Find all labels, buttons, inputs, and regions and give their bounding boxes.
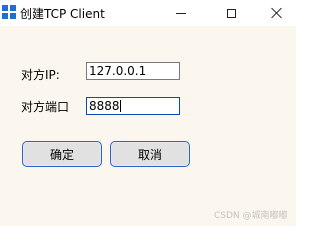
ip-input-value: 127.0.0.1 (89, 64, 147, 78)
port-input[interactable]: 8888 (86, 97, 180, 115)
ip-label: 对方IP: (21, 68, 60, 82)
close-button[interactable] (254, 0, 300, 26)
close-icon (271, 7, 283, 19)
ip-input[interactable]: 127.0.0.1 (86, 62, 180, 80)
port-label: 对方端口 (21, 100, 70, 114)
minimize-button[interactable] (158, 0, 204, 26)
tcp-client-dialog: 创建TCP Client 对方IP: 127.0.0.1 对方端口 8888 确… (0, 0, 296, 226)
maximize-button[interactable] (208, 0, 254, 26)
window-title: 创建TCP Client (20, 7, 105, 21)
title-bar[interactable]: 创建TCP Client (0, 0, 296, 26)
ok-button[interactable]: 确定 (22, 141, 102, 167)
port-input-value: 8888 (89, 99, 120, 113)
cancel-button[interactable]: 取消 (110, 141, 190, 167)
maximize-icon (226, 8, 236, 18)
app-icon (2, 5, 16, 19)
minimize-icon (176, 12, 186, 14)
text-caret (119, 100, 121, 112)
watermark: CSDN @城南嘟嘟 (214, 211, 288, 221)
